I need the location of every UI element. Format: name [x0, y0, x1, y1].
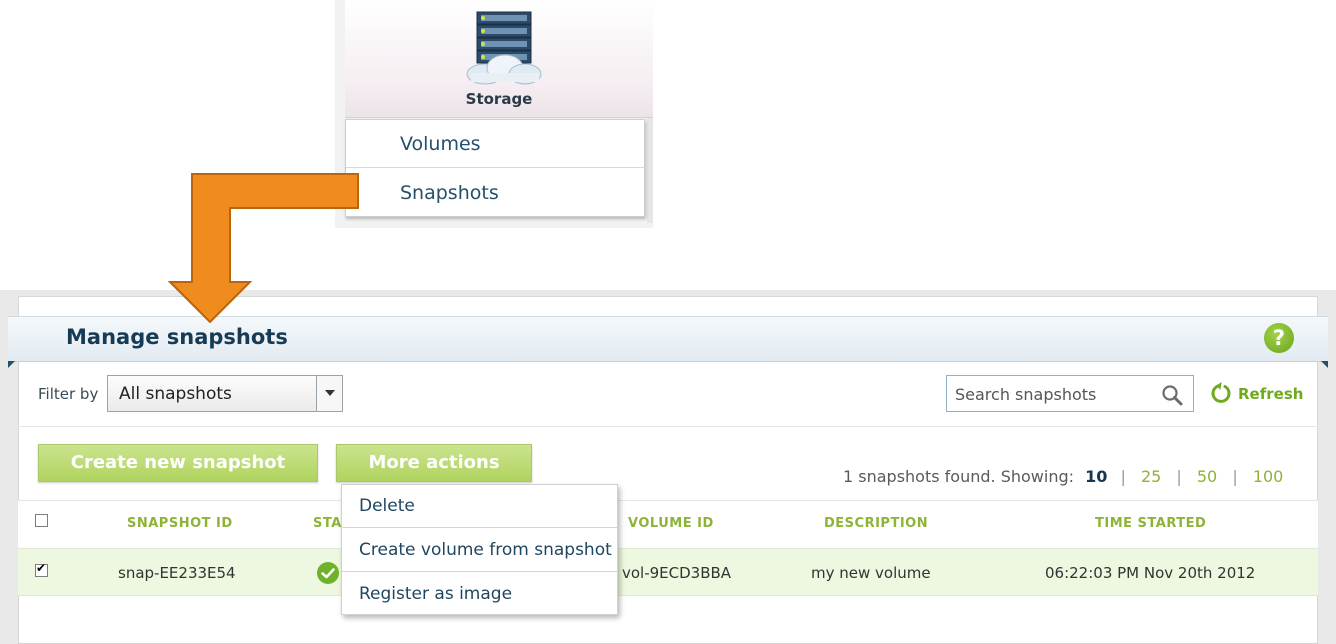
page-size-current[interactable]: 10 [1085, 467, 1107, 486]
paging-separator: | [1120, 467, 1126, 486]
filter-selected-value: All snapshots [119, 384, 232, 404]
select-all-checkbox[interactable] [35, 514, 48, 527]
title-bar-fold-right [1321, 361, 1328, 368]
column-header-volume-id[interactable]: VOLUME ID [628, 516, 714, 531]
pagination: 1 snapshots found. Showing: 10 | 25 | 50… [843, 467, 1293, 486]
filter-select[interactable]: All snapshots [107, 375, 343, 412]
check-circle-icon [317, 562, 339, 584]
menu-edge [647, 118, 653, 223]
row-checkbox[interactable] [35, 561, 48, 577]
search-input[interactable] [955, 383, 1155, 405]
more-actions-menu: Delete Create volume from snapshot Regis… [341, 484, 618, 615]
storage-server-icon [466, 11, 542, 85]
menu-item-snapshots[interactable]: Snapshots [346, 169, 646, 217]
storage-label: Storage [465, 90, 533, 108]
storage-dropdown: Volumes Snapshots [345, 119, 646, 217]
refresh-icon [1211, 382, 1231, 403]
snapshot-id-cell[interactable]: snap-EE233E54 [118, 564, 236, 582]
title-bar-fold-left [8, 361, 15, 368]
refresh-label: Refresh [1238, 385, 1304, 403]
column-header-snapshot-id[interactable]: SNAPSHOT ID [127, 516, 233, 531]
results-summary: 1 snapshots found. Showing: [843, 467, 1074, 486]
menu-item-volumes[interactable]: Volumes [346, 120, 646, 168]
menu-item-delete[interactable]: Delete [342, 485, 617, 528]
menu-item-create-volume[interactable]: Create volume from snapshot [342, 529, 617, 572]
page-size-option[interactable]: 50 [1197, 467, 1217, 486]
storage-nav-tile[interactable]: Storage [345, 0, 653, 118]
create-snapshot-button[interactable]: Create new snapshot [38, 444, 318, 482]
column-header-description[interactable]: DESCRIPTION [824, 516, 928, 531]
search-icon[interactable] [1161, 384, 1183, 406]
page-size-option[interactable]: 100 [1253, 467, 1284, 486]
page-size-option[interactable]: 25 [1141, 467, 1161, 486]
time-started-cell: 06:22:03 PM Nov 20th 2012 [1045, 564, 1256, 582]
menu-item-register-image[interactable]: Register as image [342, 573, 617, 616]
filter-label: Filter by [38, 385, 99, 403]
page-title: Manage snapshots [66, 325, 288, 349]
volume-id-cell: vol-9ECD3BBA [622, 564, 732, 582]
paging-separator: | [1232, 467, 1238, 486]
divider [18, 426, 1318, 427]
help-icon[interactable]: ? [1264, 323, 1294, 353]
description-cell: my new volume [811, 564, 931, 582]
paging-separator: | [1176, 467, 1182, 486]
storage-menu-excerpt: Storage Volumes Snapshots [335, 0, 653, 228]
column-header-status[interactable]: STA [313, 516, 342, 531]
search-box[interactable] [946, 375, 1194, 412]
dropdown-caret-icon[interactable] [316, 376, 342, 411]
column-header-time-started[interactable]: TIME STARTED [1095, 516, 1206, 531]
more-actions-button[interactable]: More actions [336, 444, 532, 482]
